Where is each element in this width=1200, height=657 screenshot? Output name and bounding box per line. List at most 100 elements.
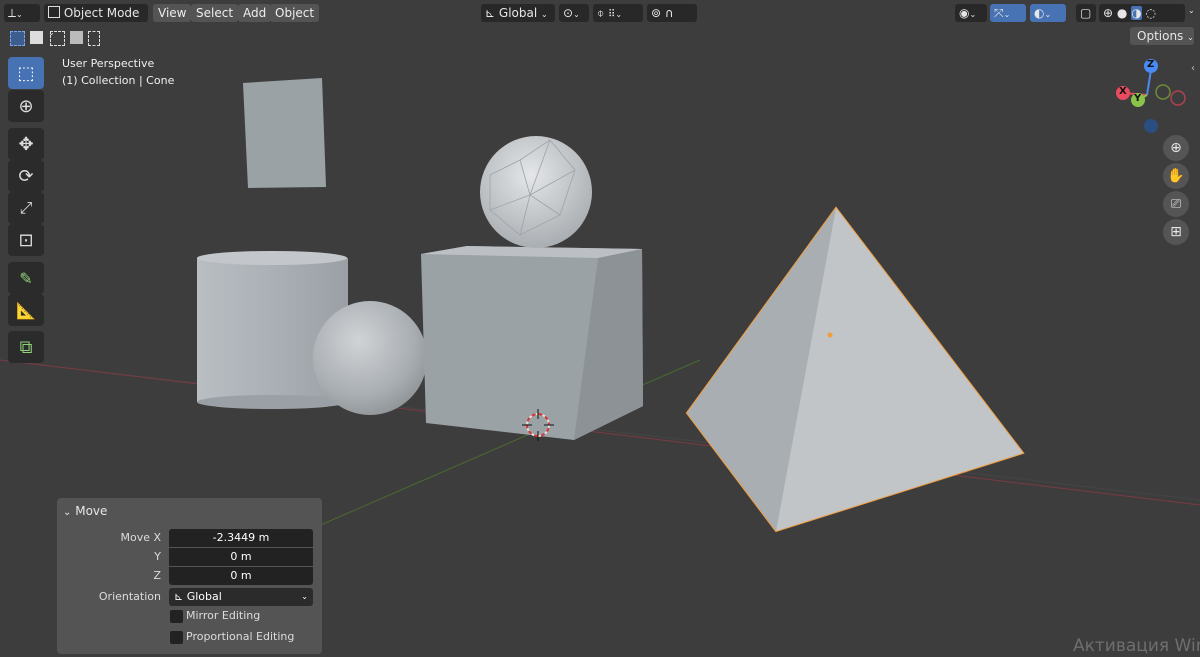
last-operator-panel: ⌄ Move Move X -2.3449 m Y 0 m Z 0 m Orie… bbox=[57, 498, 322, 654]
rotate-tool[interactable]: ⟳ bbox=[8, 160, 44, 192]
gizmo-toggle[interactable]: ⤧⌄ bbox=[990, 4, 1026, 22]
scale-icon: ⤢ bbox=[19, 198, 33, 217]
pivot-icon: ⊙ bbox=[563, 6, 574, 20]
measure-tool[interactable]: 📐 bbox=[8, 294, 44, 326]
chevron-down-icon: ⌄ bbox=[541, 10, 548, 19]
orientation-dropdown[interactable]: ⊾ Global ⌄ bbox=[481, 4, 555, 22]
xray-toggle[interactable]: ▢ bbox=[1076, 4, 1096, 22]
camera-icon: ⎚ bbox=[1170, 196, 1182, 212]
proportional-editing-label: Proportional Editing bbox=[186, 630, 295, 643]
axis-icon: ⟂ bbox=[8, 6, 17, 20]
falloff-icon: ∩ bbox=[664, 6, 674, 20]
transform-icon: ⊡ bbox=[18, 229, 34, 251]
select-intersect-icon[interactable] bbox=[88, 31, 100, 46]
options-label: Options bbox=[1137, 29, 1184, 43]
viewport-header: ⟂⌄ Object Mode ⌄ View Select Add Object … bbox=[0, 0, 1200, 37]
menu-add[interactable]: Add bbox=[238, 4, 272, 22]
panel-title: Move bbox=[75, 504, 108, 518]
orientation-select[interactable]: ⊾ Global ⌄ bbox=[169, 588, 313, 606]
mirror-editing-checkbox[interactable] bbox=[170, 610, 183, 623]
overlays-icon: ◐ bbox=[1034, 6, 1045, 20]
menu-select[interactable]: Select bbox=[191, 4, 239, 22]
snap-toggle[interactable]: ⌽ ⠿⌄ bbox=[593, 4, 643, 22]
orientation-label: Global bbox=[498, 6, 538, 20]
rotate-icon: ⟳ bbox=[18, 165, 34, 187]
gizmo-x-label[interactable]: X bbox=[1119, 86, 1127, 97]
grid-icon: ⊞ bbox=[1170, 224, 1182, 240]
crosshair-icon: ⊕ bbox=[18, 95, 34, 117]
chevron-down-icon[interactable]: ⌄ bbox=[1188, 6, 1195, 15]
active-collection: (1) Collection | Cone bbox=[62, 74, 175, 87]
select-extend-icon[interactable] bbox=[30, 31, 43, 44]
move-z-label: Z bbox=[153, 569, 161, 582]
move-icon: ✥ bbox=[18, 133, 34, 155]
proportional-edit-toggle[interactable]: ⊚ ∩ bbox=[647, 4, 697, 22]
windows-activation-watermark: Активация Win bbox=[1073, 636, 1200, 656]
menu-view[interactable]: View bbox=[153, 4, 192, 22]
options-dropdown[interactable]: Options ⌄ bbox=[1130, 27, 1194, 45]
orientation-label: Orientation bbox=[98, 590, 161, 603]
add-cube-tool[interactable]: ⧉ bbox=[8, 331, 44, 363]
select-box-tool[interactable]: ⬚ bbox=[8, 57, 44, 89]
shading-modes[interactable]: ⊕ ● ◑ ◌ bbox=[1099, 4, 1185, 22]
mode-label: Object Mode bbox=[63, 6, 140, 20]
pencil-icon: ✎ bbox=[19, 268, 33, 288]
proportional-edit-icon: ⊚ bbox=[651, 6, 662, 20]
move-x-label: Move X bbox=[120, 531, 161, 544]
zoom-button[interactable]: ⊕ bbox=[1163, 135, 1189, 161]
editor-type-button[interactable]: ⟂⌄ bbox=[4, 4, 40, 22]
add-cube-icon: ⧉ bbox=[19, 336, 33, 358]
move-y-label: Y bbox=[154, 550, 161, 563]
menu-object[interactable]: Object bbox=[270, 4, 320, 22]
proportional-editing-checkbox[interactable] bbox=[170, 631, 183, 644]
tool-header: Options ⌄ bbox=[0, 26, 1200, 50]
chevron-down-icon: ⌄ bbox=[63, 507, 72, 518]
cursor-select-icon: ⬚ bbox=[17, 62, 35, 84]
transform-orientation-icon: ⊾ bbox=[485, 6, 496, 20]
solid-shading-icon[interactable]: ● bbox=[1117, 6, 1127, 20]
pivot-point-dropdown[interactable]: ⊙⌄ bbox=[559, 4, 589, 22]
panel-header[interactable]: ⌄ Move bbox=[63, 504, 107, 518]
mode-dropdown[interactable]: Object Mode ⌄ bbox=[44, 4, 148, 37]
overlays-toggle[interactable]: ◐⌄ bbox=[1030, 4, 1066, 22]
annotate-tool[interactable]: ✎ bbox=[8, 262, 44, 294]
perspective-toggle-button[interactable]: ⊞ bbox=[1163, 219, 1189, 245]
select-invert-icon[interactable] bbox=[70, 31, 83, 44]
origin-dot bbox=[827, 332, 833, 338]
cursor-tool[interactable]: ⊕ bbox=[8, 90, 44, 122]
view-name: User Perspective bbox=[62, 57, 155, 70]
chevron-down-icon: ⌄ bbox=[301, 592, 308, 601]
transform-tool[interactable]: ⊡ bbox=[8, 224, 44, 256]
hand-icon: ✋ bbox=[1167, 168, 1185, 184]
sidebar-toggle-icon[interactable]: ‹ bbox=[1191, 63, 1195, 74]
plane-object bbox=[243, 78, 326, 188]
rendered-shading-icon[interactable]: ◌ bbox=[1146, 6, 1156, 20]
move-tool[interactable]: ✥ bbox=[8, 128, 44, 160]
material-shading-icon[interactable]: ◑ bbox=[1131, 6, 1142, 20]
object-mode-icon bbox=[48, 6, 60, 18]
wireframe-shading-icon[interactable]: ⊕ bbox=[1103, 6, 1113, 20]
chevron-down-icon: ⌄ bbox=[1187, 33, 1194, 42]
gizmo-icon: ⤧ bbox=[994, 6, 1004, 20]
zoom-icon: ⊕ bbox=[1170, 140, 1182, 156]
xray-icon: ▢ bbox=[1080, 6, 1092, 20]
transform-orientation-icon: ⊾ bbox=[174, 590, 184, 603]
select-mode-buttons bbox=[8, 29, 100, 47]
move-y-field[interactable]: 0 m bbox=[169, 548, 313, 566]
ruler-icon: 📐 bbox=[16, 300, 36, 320]
eye-icon: ◉ bbox=[959, 6, 970, 20]
visibility-dropdown[interactable]: ◉⌄ bbox=[955, 4, 987, 22]
scale-tool[interactable]: ⤢ bbox=[8, 192, 44, 224]
uv-sphere-object bbox=[313, 301, 427, 415]
camera-view-button[interactable]: ⎚ bbox=[1163, 191, 1189, 217]
mirror-editing-label: Mirror Editing bbox=[186, 609, 261, 622]
select-subtract-icon[interactable] bbox=[50, 31, 65, 46]
magnet-icon: ⌽ bbox=[597, 6, 605, 20]
move-z-field[interactable]: 0 m bbox=[169, 567, 313, 585]
select-new-icon[interactable] bbox=[10, 31, 25, 46]
gizmo-z-label[interactable]: Z bbox=[1147, 59, 1154, 70]
move-x-field[interactable]: -2.3449 m bbox=[169, 529, 313, 547]
orientation-value: Global bbox=[186, 590, 222, 603]
pan-button[interactable]: ✋ bbox=[1163, 163, 1189, 189]
gizmo-y-label[interactable]: Y bbox=[1134, 93, 1141, 104]
